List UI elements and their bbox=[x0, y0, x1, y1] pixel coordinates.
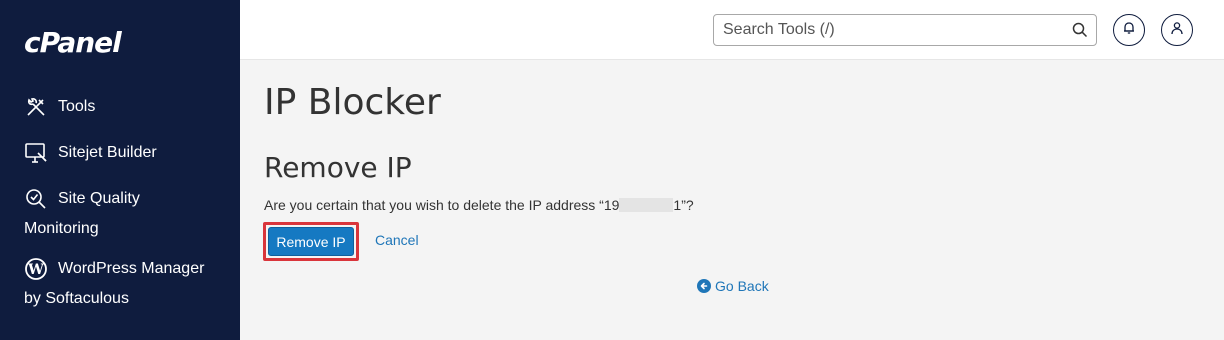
top-bar bbox=[240, 0, 1224, 60]
sidebar: cPanel Tools Sitejet Builder Site Qualit… bbox=[0, 0, 240, 340]
cancel-link[interactable]: Cancel bbox=[375, 232, 419, 248]
sidebar-item-label: Sitejet Builder bbox=[58, 144, 157, 161]
redacted-ip bbox=[619, 198, 674, 212]
remove-ip-button[interactable]: Remove IP bbox=[268, 227, 354, 256]
sidebar-item-label-line2: by Softaculous bbox=[24, 290, 129, 307]
confirmation-message: Are you certain that you wish to delete … bbox=[264, 196, 694, 214]
user-menu-button[interactable] bbox=[1161, 14, 1193, 46]
sidebar-item-label: Tools bbox=[58, 98, 96, 115]
search-icon[interactable] bbox=[1072, 22, 1088, 38]
tools-icon bbox=[24, 95, 48, 119]
search-box bbox=[713, 14, 1097, 46]
search-input[interactable] bbox=[714, 15, 1054, 45]
confirmation-suffix: 1”? bbox=[673, 197, 694, 213]
go-back-label: Go Back bbox=[715, 278, 769, 294]
sidebar-item-tools[interactable]: Tools bbox=[24, 92, 95, 122]
monitor-brush-icon bbox=[24, 141, 48, 165]
page-title: IP Blocker bbox=[264, 82, 441, 123]
arrow-left-circle-icon bbox=[697, 279, 711, 293]
sidebar-item-site-quality-monitoring[interactable]: Site Quality Monitoring bbox=[24, 184, 224, 244]
sidebar-item-label-line2: Monitoring bbox=[24, 220, 99, 237]
user-icon bbox=[1170, 21, 1184, 40]
notifications-button[interactable] bbox=[1113, 14, 1145, 46]
confirmation-prefix: Are you certain that you wish to delete … bbox=[264, 197, 620, 213]
wordpress-icon: W bbox=[24, 257, 48, 281]
sidebar-item-label: WordPress Manager bbox=[58, 260, 205, 277]
section-title: Remove IP bbox=[264, 151, 412, 184]
sidebar-item-label: Site Quality bbox=[58, 190, 140, 207]
cpanel-logo[interactable]: cPanel bbox=[24, 26, 122, 59]
magnifier-check-icon bbox=[24, 187, 48, 211]
sidebar-item-wordpress-manager[interactable]: W WordPress Manager by Softaculous bbox=[24, 254, 224, 314]
go-back-link[interactable]: Go Back bbox=[697, 278, 769, 294]
sidebar-item-sitejet-builder[interactable]: Sitejet Builder bbox=[24, 138, 157, 168]
bell-icon bbox=[1122, 21, 1136, 40]
svg-text:W: W bbox=[27, 262, 44, 278]
